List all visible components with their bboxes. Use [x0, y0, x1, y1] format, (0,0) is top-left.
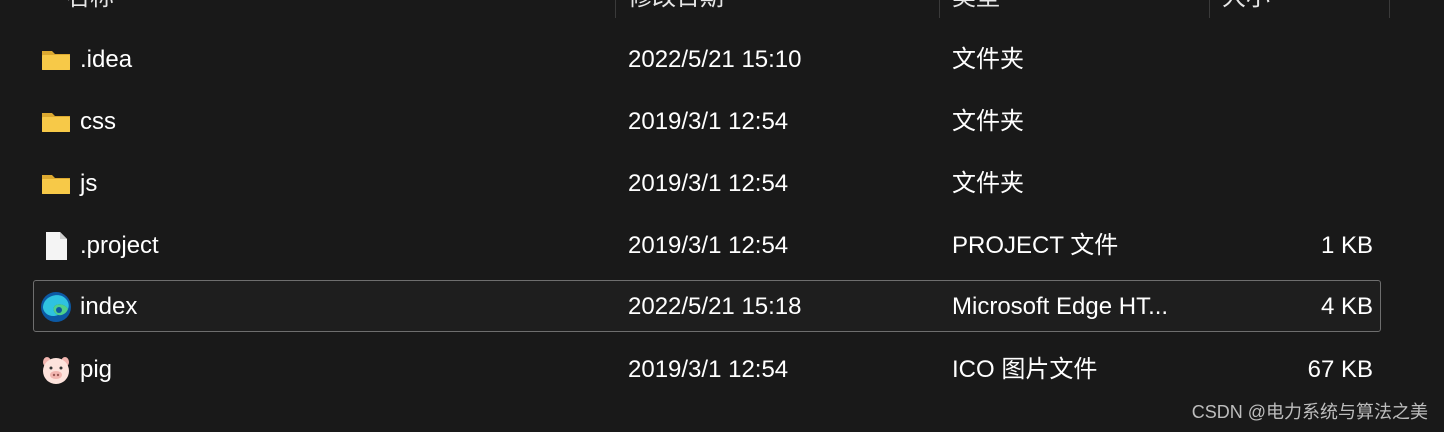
file-row[interactable]: js 2019/3/1 12:54 文件夹	[33, 157, 1381, 209]
file-size: 4 KB	[1320, 293, 1373, 320]
file-name: index	[80, 293, 138, 320]
file-row[interactable]: .project 2019/3/1 12:54 PROJECT 文件 1 KB	[33, 219, 1381, 271]
modified-date: 2022/5/21 15:18	[628, 293, 802, 320]
column-divider[interactable]	[1389, 0, 1390, 18]
column-divider[interactable]	[615, 0, 616, 18]
modified-date: 2022/5/21 15:10	[628, 46, 802, 73]
modified-date: 2019/3/1 12:54	[628, 232, 789, 259]
column-header-date[interactable]: 修改日期	[628, 0, 724, 18]
column-header-bar: 名称 修改日期 类型 大小	[0, 0, 1444, 18]
file-type: 文件夹	[952, 170, 1024, 197]
watermark: CSDN @电力系统与算法之美	[1191, 402, 1428, 422]
file-size: 67 KB	[1307, 356, 1373, 383]
column-divider[interactable]	[1209, 0, 1210, 18]
file-row[interactable]: css 2019/3/1 12:54 文件夹	[33, 95, 1381, 147]
pig-icon	[40, 354, 72, 386]
file-row[interactable]: index 2022/5/21 15:18 Microsoft Edge HT...…	[33, 280, 1381, 332]
file-name: css	[80, 108, 116, 135]
file-type: ICO 图片文件	[952, 356, 1098, 383]
file-name: .idea	[80, 46, 133, 73]
file-icon	[40, 230, 72, 262]
file-size: 1 KB	[1320, 232, 1373, 259]
column-header-type[interactable]: 类型	[952, 0, 1000, 18]
edge-icon	[40, 291, 72, 323]
file-type: Microsoft Edge HT...	[952, 293, 1169, 320]
file-row[interactable]: pig 2019/3/1 12:54 ICO 图片文件 67 KB	[33, 343, 1381, 395]
column-header-name[interactable]: 名称	[66, 0, 114, 18]
file-name: pig	[80, 356, 113, 383]
file-name: js	[80, 170, 98, 197]
folder-icon	[40, 106, 72, 138]
modified-date: 2019/3/1 12:54	[628, 170, 789, 197]
modified-date: 2019/3/1 12:54	[628, 108, 789, 135]
folder-icon	[40, 168, 72, 200]
modified-date: 2019/3/1 12:54	[628, 356, 789, 383]
folder-icon	[40, 44, 72, 76]
column-header-size[interactable]: 大小	[1222, 0, 1270, 18]
file-row[interactable]: .idea 2022/5/21 15:10 文件夹	[33, 33, 1381, 85]
column-divider[interactable]	[939, 0, 940, 18]
file-name: .project	[80, 232, 159, 259]
file-type: 文件夹	[952, 46, 1024, 73]
file-type: 文件夹	[952, 108, 1024, 135]
file-type: PROJECT 文件	[952, 232, 1119, 259]
